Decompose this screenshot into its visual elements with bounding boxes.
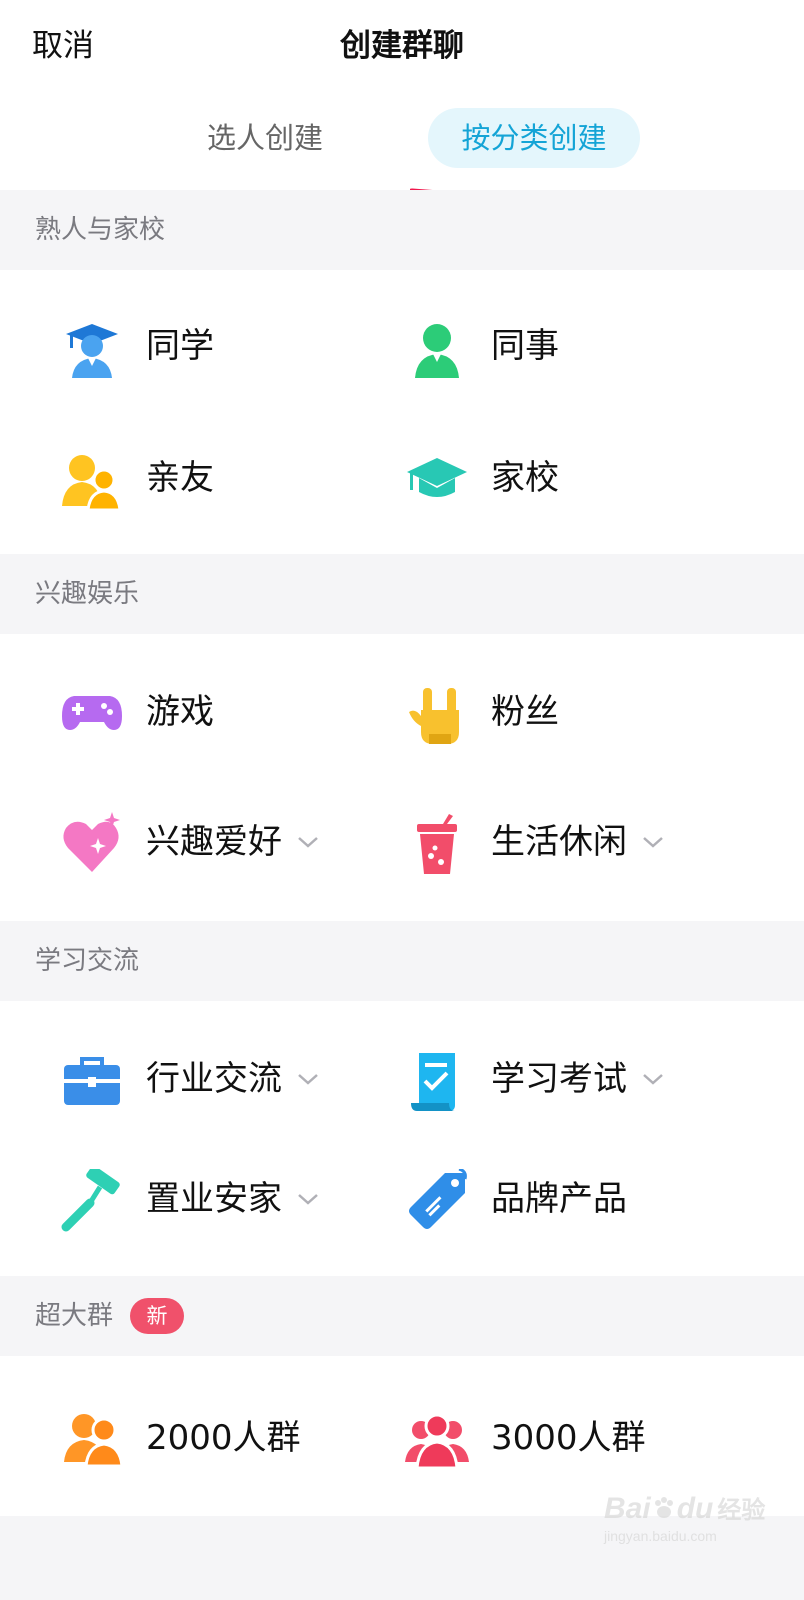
category-2000-group[interactable]: 2000人群 [60,1388,360,1488]
section-header-large-group: 超大群 新 [0,1276,804,1356]
category-label: 品牌产品 [491,1179,627,1219]
drink-cup-icon [405,812,469,876]
category-label: 粉丝 [491,692,559,732]
category-leisure[interactable]: 生活休闲 [405,792,705,892]
category-label: 家校 [491,458,559,498]
chevron-down-icon[interactable] [296,1067,320,1091]
exam-paper-icon [405,1049,469,1113]
category-label: 兴趣爱好 [146,822,282,862]
category-real-estate[interactable]: 置业安家 [60,1149,360,1249]
section-header-acquaintance: 熟人与家校 [0,190,804,270]
category-home-school[interactable]: 家校 [405,428,705,528]
heart-icon [60,812,124,876]
page-title: 创建群聊 [340,28,464,64]
section-title: 熟人与家校 [35,215,166,245]
category-games[interactable]: 游戏 [60,662,360,762]
category-hobbies[interactable]: 兴趣爱好 [60,792,360,892]
tag-icon [405,1169,469,1233]
baidu-jingyan-watermark: Bai du 经验 jingyan.baidu.com [604,1490,774,1550]
category-friends[interactable]: 亲友 [60,428,360,528]
category-label: 行业交流 [146,1059,282,1099]
category-fans[interactable]: 粉丝 [405,662,705,762]
section-title: 学习交流 [35,946,140,976]
group-orange-icon [60,1408,124,1472]
group-red-icon [405,1408,469,1472]
category-3000-group[interactable]: 3000人群 [405,1388,705,1488]
section-title: 兴趣娱乐 [35,579,140,609]
new-badge: 新 [130,1298,184,1334]
graduation-cap-icon [405,448,469,512]
category-label: 置业安家 [146,1179,282,1219]
category-label: 3000人群 [491,1418,646,1458]
category-colleague[interactable]: 同事 [405,296,705,396]
category-industry[interactable]: 行业交流 [60,1029,360,1129]
paw-icon [654,1497,673,1518]
category-brand[interactable]: 品牌产品 [405,1149,705,1249]
category-classmate[interactable]: 同学 [60,296,360,396]
section-header-entertainment: 兴趣娱乐 [0,554,804,634]
watermark-cn: 经验 [717,1497,766,1524]
section-panel-learning: 行业交流 学习考试 置业安家 品牌产品 [0,1001,804,1276]
chevron-down-icon[interactable] [296,1187,320,1211]
category-label: 学习考试 [491,1059,627,1099]
gamepad-icon [60,682,124,746]
category-exam[interactable]: 学习考试 [405,1029,705,1129]
section-header-learning: 学习交流 [0,921,804,1001]
chevron-down-icon[interactable] [296,830,320,854]
student-icon [60,316,124,380]
header: 取消 创建群聊 选人创建 按分类创建 [0,0,804,190]
tab-by-category[interactable]: 按分类创建 [428,108,640,168]
briefcase-icon [60,1049,124,1113]
category-label: 同学 [146,326,214,366]
category-label: 2000人群 [146,1418,301,1458]
friends-icon [60,448,124,512]
category-label: 游戏 [146,692,214,732]
tab-select-people[interactable]: 选人创建 [190,108,340,168]
watermark-url: jingyan.baidu.com [604,1528,717,1544]
section-title: 超大群 [35,1301,114,1331]
watermark-brand: Bai [604,1492,651,1525]
category-label: 生活休闲 [491,822,627,862]
section-panel-acquaintance: 同学 同事 亲友 家校 [0,270,804,554]
rock-hand-icon [405,682,469,746]
chevron-down-icon[interactable] [641,830,665,854]
category-label: 同事 [491,326,559,366]
paint-roller-icon [60,1169,124,1233]
category-label: 亲友 [146,458,214,498]
watermark-brand-2: du [676,1492,714,1525]
colleague-icon [405,316,469,380]
chevron-down-icon[interactable] [641,1067,665,1091]
section-panel-entertainment: 游戏 粉丝 兴趣爱好 生活休闲 [0,634,804,921]
